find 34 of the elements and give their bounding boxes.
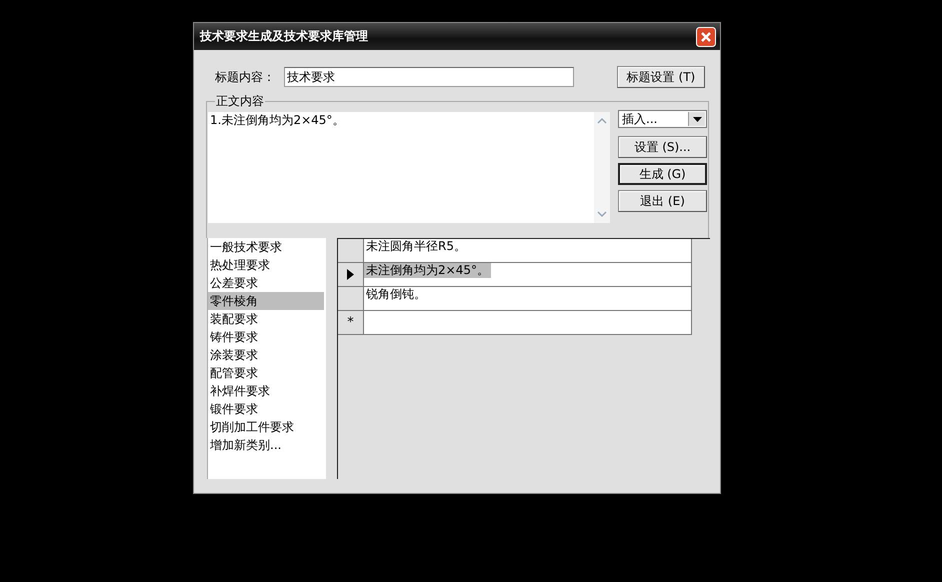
grid-cell[interactable] <box>364 311 692 334</box>
title-field[interactable]: 技术要求 <box>284 67 574 87</box>
cell-text: 锐角倒钝。 <box>365 287 427 302</box>
cell-text: 未注倒角均为2×45°。 <box>364 263 491 278</box>
close-icon[interactable] <box>696 26 716 46</box>
category-item[interactable]: 铸件要求 <box>208 328 326 346</box>
insert-dropdown[interactable]: 插入... <box>618 110 707 128</box>
category-item[interactable]: 增加新类别... <box>208 436 326 454</box>
caret-icon <box>692 116 702 122</box>
action-button[interactable]: 设置 (S)... <box>618 136 707 158</box>
current-row-icon <box>347 269 354 280</box>
scrollbar[interactable] <box>594 112 610 223</box>
action-button[interactable]: 生成 (G) <box>618 163 707 185</box>
window-title: 技术要求生成及技术要求库管理 <box>200 28 368 45</box>
body-text: 1.未注倒角均为2×45°。 <box>209 112 346 128</box>
title-settings-button[interactable]: 标题设置 (T) <box>617 66 705 88</box>
category-item[interactable]: 补焊件要求 <box>208 382 326 400</box>
grid-cell[interactable]: 未注倒角均为2×45°。 <box>364 263 692 286</box>
category-item[interactable]: 切削加工件要求 <box>208 418 326 436</box>
category-item[interactable]: 锻件要求 <box>208 400 326 418</box>
category-item[interactable]: 热处理要求 <box>208 256 326 274</box>
grid-cell[interactable]: 未注圆角半径R5。 <box>364 239 692 262</box>
group-label: 正文内容 <box>215 94 265 108</box>
category-item[interactable]: 零件棱角 <box>208 292 324 310</box>
grid-cell[interactable]: 锐角倒钝。 <box>364 287 692 310</box>
cell-text: 未注圆角半径R5。 <box>365 239 467 254</box>
category-item[interactable]: 涂装要求 <box>208 346 326 364</box>
action-button[interactable]: 退出 (E) <box>618 190 707 212</box>
title-label: 标题内容： <box>215 68 276 86</box>
category-item[interactable]: 装配要求 <box>208 310 326 328</box>
category-item[interactable]: 一般技术要求 <box>208 238 326 256</box>
category-item[interactable]: 公差要求 <box>208 274 326 292</box>
category-item[interactable]: 配管要求 <box>208 364 326 382</box>
body-text-area[interactable]: 1.未注倒角均为2×45°。 <box>208 112 610 223</box>
